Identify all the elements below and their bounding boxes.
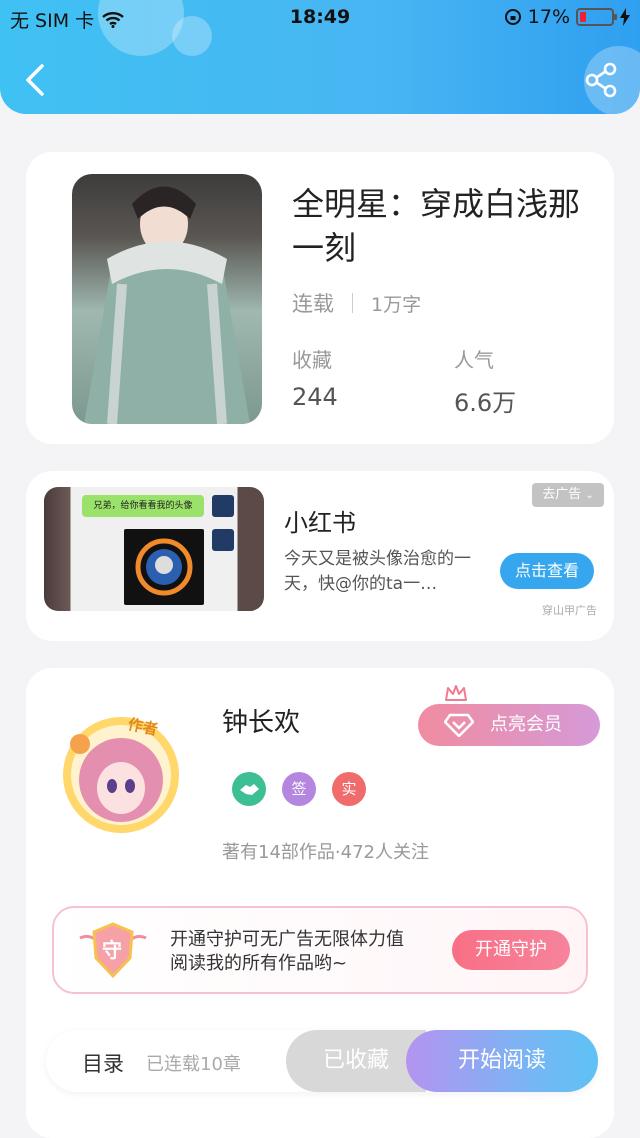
ad-view-button[interactable]: 点击查看 [500,553,594,589]
popularity-stat: 人气 6.6万 [454,344,516,418]
open-guard-button[interactable]: 开通守护 [452,930,570,970]
favorites-value: 244 [292,383,338,411]
author-avatar[interactable]: 作者 [60,714,182,836]
back-icon[interactable] [22,62,50,98]
works-info: 著有14部作品·472人关注 [222,842,429,863]
table-of-contents-button[interactable]: 目录 [82,1048,124,1078]
vip-button[interactable]: 点亮会员 [418,704,600,746]
book-info-card: 全明星：穿成白浅那一刻 连载 1万字 收藏 244 人气 6.6万 [26,152,614,444]
rotation-lock-icon [504,9,521,25]
start-reading-button[interactable]: 开始阅读 [406,1030,598,1092]
ad-source: 穿山甲广告 [542,604,597,617]
guard-shield-icon: 守 [78,920,148,980]
divider [352,293,353,313]
favorited-button[interactable]: 已收藏 [286,1030,426,1092]
guard-text-line2: 阅读我的所有作品哟~ [170,953,348,974]
handshake-badge-icon[interactable] [232,772,266,806]
guard-shield-label: 守 [102,938,122,962]
charging-icon [620,8,630,26]
ad-image[interactable]: 兄弟，给你看看我的头像 [44,487,264,611]
status-bar: 无 SIM 卡 18:49 17% [0,0,640,36]
vip-button-label: 点亮会员 [490,714,562,735]
ad-description: 今天又是被头像治愈的一天，快@你的ta一… [284,549,471,594]
chapter-count: 已连载10章 [146,1054,241,1075]
crown-icon [445,685,467,701]
guard-banner[interactable]: 守 开通守护可无广告无限体力值 阅读我的所有作品哟~ 开通守护 [52,906,588,994]
battery-percent: 17% [527,6,570,28]
diamond-icon [444,713,474,737]
ad-card[interactable]: 兄弟，给你看看我的头像 小红书 今天又是被头像治愈的一天，快@你的ta一… 点击… [26,471,614,641]
serial-status: 连载 [292,292,334,316]
popularity-label: 人气 [454,348,494,372]
guard-description: 开通守护可无广告无限体力值 阅读我的所有作品哟~ [170,928,404,976]
guard-text-line1: 开通守护可无广告无限体力值 [170,929,404,950]
bottom-action-bar: 目录 已连载10章 已收藏 开始阅读 [46,1030,598,1092]
ad-image-small-avatar [212,495,234,517]
signed-badge[interactable]: 签 [282,772,316,806]
favorites-stat: 收藏 244 [292,344,338,411]
chevron-down-icon: ⌄ [585,490,594,501]
ad-image-avatar [124,529,204,605]
header: 无 SIM 卡 18:49 17% [0,0,640,114]
book-cover-image[interactable] [72,174,262,424]
remove-ad-label: 去广告 [542,487,582,502]
word-count: 1万字 [371,293,422,316]
book-meta: 连载 1万字 [292,288,421,318]
ad-title: 小红书 [284,509,356,537]
remove-ad-button[interactable]: 去广告 ⌄ [532,483,604,507]
popularity-value: 6.6万 [454,389,517,417]
ad-image-small-avatar [212,529,234,551]
ad-image-chat-bubble: 兄弟，给你看看我的头像 [82,495,204,517]
share-icon[interactable] [584,62,618,98]
favorites-label: 收藏 [292,348,332,372]
author-name: 钟长欢 [222,708,301,738]
battery-icon [576,8,617,26]
author-badges: 签 实 [232,772,366,806]
verified-badge[interactable]: 实 [332,772,366,806]
book-title: 全明星：穿成白浅那一刻 [292,185,581,267]
